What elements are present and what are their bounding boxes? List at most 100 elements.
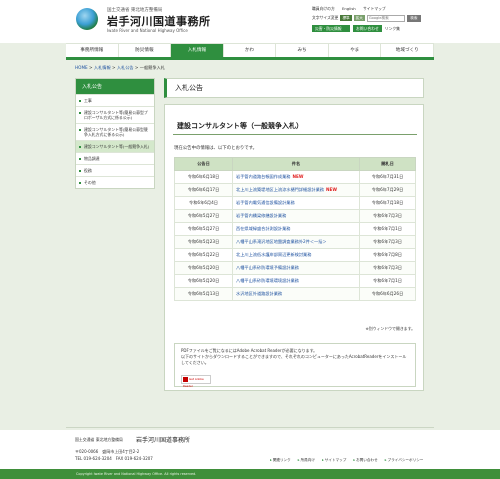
row-opening-date: 令和6年7月3日 bbox=[359, 235, 416, 249]
footer-link-privacy[interactable]: プライバシーポリシー bbox=[385, 458, 424, 463]
util-link-sitemap[interactable]: サイトマップ bbox=[363, 6, 386, 11]
footer-link-related[interactable]: 関連リンク bbox=[270, 458, 291, 463]
table-row: 令和6年5月22日 北上川上流低水護岸部周辺更新検討業務 令和6年7月8日 bbox=[174, 248, 416, 262]
sidebar-item-services[interactable]: 役務 bbox=[76, 164, 154, 176]
row-announce-date: 令和6年6月17日 bbox=[174, 183, 233, 197]
disaster-info-button[interactable]: 災害・防災情報 bbox=[312, 25, 350, 32]
sidebar-heading: 入札公告 bbox=[76, 79, 154, 94]
project-link[interactable]: 北上川上流築堤地区上流涼水樋門詳細設計業務 bbox=[236, 187, 324, 192]
row-opening-date: 令和6年7月3日 bbox=[359, 209, 416, 223]
row-announce-date: 令和6年5月23日 bbox=[174, 235, 233, 249]
column-header-open-date: 開札日 bbox=[359, 157, 416, 171]
font-size-label: 文字サイズ変更 bbox=[312, 15, 339, 20]
nav-item-mountain[interactable]: やま bbox=[329, 44, 382, 57]
nav-item-river[interactable]: かわ bbox=[224, 44, 277, 57]
project-link[interactable]: 岩手管内道路台帳図作成業務 bbox=[236, 174, 290, 179]
row-project-name-cell: 八幡平山系砂防環境予備設計業務 bbox=[232, 261, 360, 275]
breadcrumb-bidding[interactable]: 入札情報 bbox=[94, 65, 111, 70]
announcement-table-body: 令和6年6月18日 岩手管内道路台帳図作成業務 NEW 令和6年7月31日 令和6年6月… bbox=[174, 170, 416, 301]
main-content: 建設コンサルタント等（一般競争入札） 現在公告中の情報は、以下のとおりです。 公… bbox=[164, 104, 424, 391]
row-announce-date: 令和6年5月27日 bbox=[174, 209, 233, 223]
row-project-name-cell: 水沢地区外道路設計業務 bbox=[232, 287, 360, 301]
row-announce-date: 令和6年6月18日 bbox=[174, 170, 233, 184]
sidebar-item-consultant-general[interactable]: 建設コンサルタント等(一般競争入札) bbox=[76, 140, 154, 152]
project-link[interactable]: 岩手管内橋梁修繕設計業務 bbox=[236, 213, 286, 218]
table-row: 令和6年6月18日 岩手管内道路台帳図作成業務 NEW 令和6年7月31日 bbox=[174, 170, 416, 184]
row-announce-date: 令和6年5月20日 bbox=[174, 261, 233, 275]
table-row: 令和6年6月17日 北上川上流築堤地区上流涼水樋門詳細設計業務 NEW 令和6年7月2… bbox=[174, 183, 416, 197]
nav-item-disaster-prevention[interactable]: 防災情報 bbox=[119, 44, 172, 57]
row-announce-date: 令和6年5月20日 bbox=[174, 274, 233, 288]
project-link[interactable]: 八幡平山系砂防環境環境設計業務 bbox=[236, 278, 299, 283]
footer: 国土交通省 東北地方整備局 岩手河川国道事務所 〒020-0066 盛岡市上田4… bbox=[0, 430, 500, 469]
row-opening-date: 令和6年6月26日 bbox=[359, 287, 416, 301]
intro-text: 現在公告中の情報は、以下のとおりです。 bbox=[174, 146, 257, 151]
project-link[interactable]: 岩手管内電気通信設備設計業務 bbox=[236, 200, 295, 205]
project-link[interactable]: 水沢地区外道路設計業務 bbox=[236, 291, 282, 296]
site-title-english: Iwate River and National Highway Office bbox=[107, 28, 188, 33]
header: 国土交通省 東北地方整備局 岩手河川国道事務所 Iwate River and … bbox=[0, 0, 500, 43]
project-link[interactable]: 北上川上流低水護岸部周辺更新検討業務 bbox=[236, 252, 311, 257]
footer-link-contact[interactable]: お問い合わせ bbox=[353, 458, 378, 463]
table-row: 令和6年5月27日 西在県域緑盛合計測設計業務 令和6年7月1日 bbox=[174, 222, 416, 236]
footer-link-staff[interactable]: 所員向け bbox=[298, 458, 315, 463]
new-window-note: ※別ウィンドウで開きます。 bbox=[365, 326, 415, 331]
office-logo-icon[interactable] bbox=[76, 8, 98, 30]
global-nav: 事務所情報 防災情報 入札情報 かわ みち やま 地域づくり bbox=[66, 43, 435, 60]
sidebar-item-other[interactable]: その他 bbox=[76, 176, 154, 188]
search-input[interactable]: Google検索 bbox=[366, 14, 405, 22]
font-size-large-button[interactable]: 拡大 bbox=[353, 15, 365, 21]
column-header-date: 公告日 bbox=[174, 157, 233, 171]
util-link-staff[interactable]: 職員向けの方 bbox=[312, 6, 335, 11]
get-adobe-reader-button[interactable]: Get Adobe Reader bbox=[181, 375, 211, 388]
row-opening-date: 令和6年7月29日 bbox=[359, 183, 416, 197]
pdf-notice: PDFファイルをご覧になるにはAdobe Acrobat Readerが必要にな… bbox=[174, 343, 416, 388]
project-link[interactable]: 八幡平山系滝沢地区地盤調査業務外2件＜一括＞ bbox=[236, 239, 327, 244]
section-title: 建設コンサルタント等（一般競争入札） bbox=[173, 115, 417, 135]
nav-item-regional[interactable]: 地域づくり bbox=[381, 44, 435, 57]
table-header-row: 公告日 件名 開札日 bbox=[174, 157, 416, 171]
breadcrumb-home[interactable]: HOME bbox=[75, 65, 88, 70]
project-link[interactable]: 西在県域緑盛合計測設計業務 bbox=[236, 226, 290, 231]
row-announce-date: 令和6年6月4日 bbox=[174, 196, 233, 210]
contact-button[interactable]: お問い合わせ bbox=[353, 25, 382, 32]
footer-org-subtitle: 国土交通省 東北地方整備局 bbox=[75, 437, 123, 442]
row-project-name-cell: 西在県域緑盛合計測設計業務 bbox=[232, 222, 360, 236]
sidebar-item-consultant-proposal[interactable]: 建設コンサルタント等(簡易公募型プロポーザル方式に係る公示) bbox=[76, 106, 154, 123]
row-announce-date: 令和6年5月27日 bbox=[174, 222, 233, 236]
sidebar-item-consultant-simplified[interactable]: 建設コンサルタント等(簡易公募型競争入札方式に係る公示) bbox=[76, 123, 154, 140]
row-opening-date: 令和6年7月1日 bbox=[359, 274, 416, 288]
row-project-name-cell: 八幡平山系砂防環境環境設計業務 bbox=[232, 274, 360, 288]
row-opening-date: 令和6年7月8日 bbox=[359, 248, 416, 262]
nav-item-office-info[interactable]: 事務所情報 bbox=[66, 44, 119, 57]
table-row: 令和6年6月4日 岩手管内電気通信設備設計業務 令和6年7月18日 bbox=[174, 196, 416, 210]
row-project-name-cell: 北上川上流築堤地区上流涼水樋門詳細設計業務 NEW bbox=[232, 183, 360, 197]
font-size-and-search: 文字サイズ変更 標準 拡大 Google検索 検索 bbox=[312, 14, 421, 22]
site-title[interactable]: 岩手河川国道事務所 bbox=[107, 13, 211, 29]
project-link[interactable]: 八幡平山系砂防環境予備設計業務 bbox=[236, 265, 299, 270]
row-opening-date: 令和6年7月3日 bbox=[359, 261, 416, 275]
row-project-name-cell: 岩手管内電気通信設備設計業務 bbox=[232, 196, 360, 210]
links-page-link[interactable]: リンク集 bbox=[385, 26, 400, 32]
footer-divider bbox=[66, 427, 434, 428]
row-announce-date: 令和6年5月13日 bbox=[174, 287, 233, 301]
copyright: Copyright Iwate River and National Highw… bbox=[0, 469, 500, 479]
util-link-english[interactable]: English bbox=[342, 6, 356, 11]
search-button[interactable]: 検索 bbox=[406, 14, 421, 22]
quick-buttons: 災害・防災情報 お問い合わせ リンク集 bbox=[312, 25, 400, 32]
breadcrumb-announcement[interactable]: 入札公告 bbox=[117, 65, 134, 70]
announcement-table: 公告日 件名 開札日 令和6年6月18日 岩手管内道路台帳図作成業務 NEW 令和6年… bbox=[174, 157, 416, 301]
nav-item-road[interactable]: みち bbox=[276, 44, 329, 57]
sidebar-item-construction[interactable]: 工事 bbox=[76, 94, 154, 106]
nav-item-bidding[interactable]: 入札情報 bbox=[171, 44, 224, 57]
new-badge: NEW bbox=[325, 187, 337, 192]
font-size-standard-button[interactable]: 標準 bbox=[340, 15, 352, 21]
table-row: 令和6年5月27日 岩手管内橋梁修繕設計業務 令和6年7月3日 bbox=[174, 209, 416, 223]
page-title: 入札公告 bbox=[164, 78, 424, 98]
row-announce-date: 令和6年5月22日 bbox=[174, 248, 233, 262]
sidebar-item-procurement[interactable]: 物品調達 bbox=[76, 152, 154, 164]
footer-link-sitemap[interactable]: サイトマップ bbox=[322, 458, 347, 463]
table-row: 令和6年5月20日 八幡平山系砂防環境環境設計業務 令和6年7月1日 bbox=[174, 274, 416, 288]
breadcrumb-current: 一般競争入札 bbox=[139, 65, 165, 70]
adobe-reader-icon bbox=[183, 376, 188, 382]
